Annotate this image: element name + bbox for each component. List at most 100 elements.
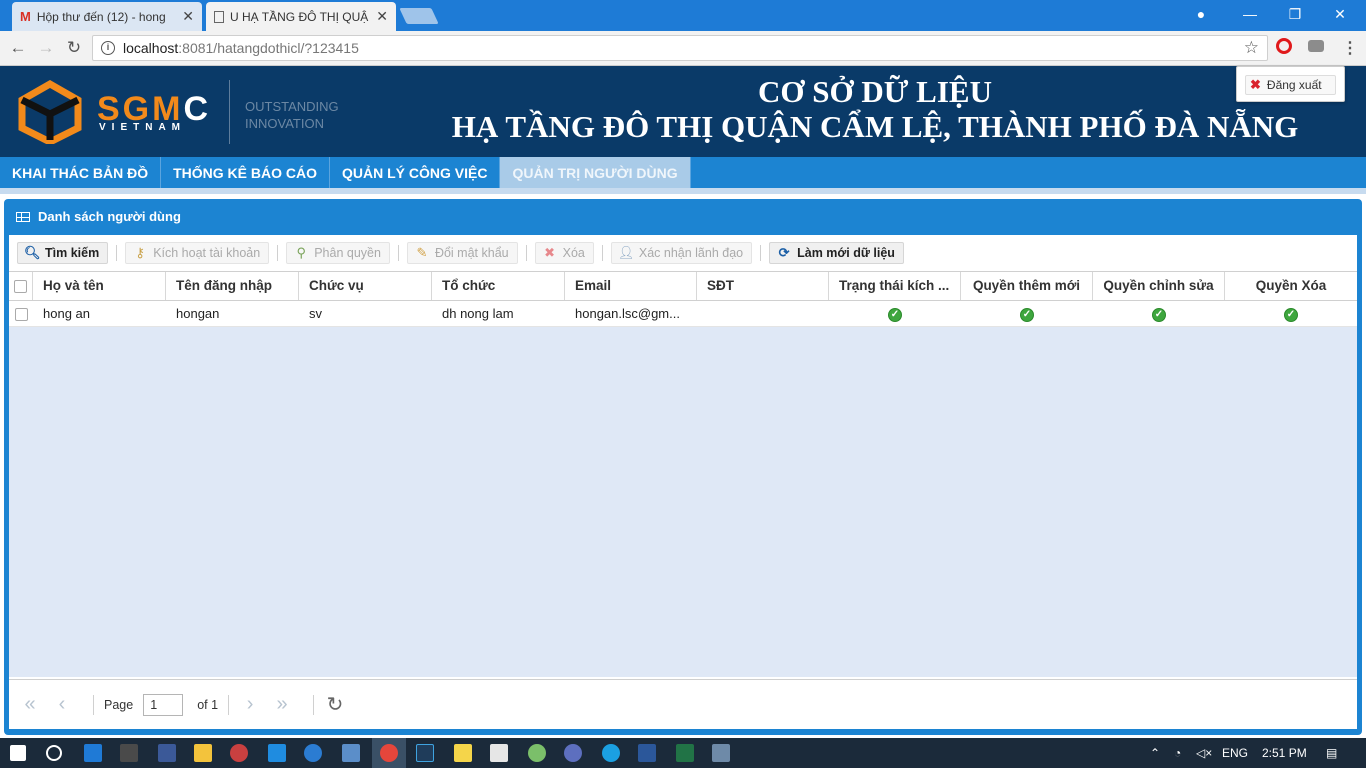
opera-icon[interactable] <box>1276 38 1292 54</box>
col-username[interactable]: Tên đăng nhập <box>166 272 299 300</box>
app-icon[interactable] <box>342 744 360 762</box>
chrome-icon[interactable] <box>380 744 398 762</box>
excel-icon[interactable] <box>676 744 694 762</box>
cell-activation-status: ✓ <box>829 301 961 327</box>
menu-icon[interactable]: ⋮ <box>1342 38 1358 58</box>
show-hidden-icons[interactable]: ⌃ <box>1150 746 1160 760</box>
menu-reports[interactable]: THỐNG KÊ BÁO CÁO <box>161 157 330 188</box>
page-label: Page <box>104 697 134 712</box>
col-phone[interactable]: SĐT <box>697 272 829 300</box>
assign-role-button[interactable]: ⚲ Phân quyền <box>286 242 390 264</box>
menu-user-admin[interactable]: QUẢN TRỊ NGƯỜI DÙNG <box>500 157 691 188</box>
clock[interactable]: 2:51 PM <box>1262 746 1307 760</box>
url-host: localhost <box>123 40 179 56</box>
table-row[interactable]: hong an hongan sv dh nong lam hongan.lsc… <box>9 301 1357 327</box>
grid: 🔍︎ Tìm kiếm ⚷ Kích hoạt tài khoản ⚲ Phân… <box>9 235 1357 729</box>
next-page-icon[interactable]: › <box>239 693 261 716</box>
toolbar-separator <box>525 245 527 261</box>
mail-icon[interactable] <box>490 744 508 762</box>
tab-hatang[interactable]: U HẠ TẦNG ĐÔ THỊ QUẬ ✕ <box>206 2 396 31</box>
grid-header: Họ và tên Tên đăng nhập Chức vụ Tổ chức … <box>9 271 1357 301</box>
app-icon[interactable] <box>230 744 248 762</box>
cell-position: sv <box>309 306 322 321</box>
toolbar-separator <box>760 245 762 261</box>
store-icon[interactable] <box>120 744 138 762</box>
logo-subtext: VIETNAM <box>99 122 186 133</box>
cell-add-permission: ✓ <box>961 301 1093 327</box>
activate-account-button[interactable]: ⚷ Kích hoạt tài khoản <box>125 242 270 264</box>
select-all-checkbox[interactable] <box>14 279 27 293</box>
col-organization[interactable]: Tổ chức <box>432 272 565 300</box>
profile-icon[interactable]: ● <box>1183 4 1219 24</box>
photoshop-icon[interactable] <box>416 744 434 762</box>
check-icon: ✓ <box>1284 307 1298 322</box>
edge-icon[interactable] <box>84 744 102 762</box>
reload-button[interactable]: ↻ <box>64 38 84 58</box>
toolbar-separator <box>601 245 603 261</box>
cell-phone <box>697 301 829 327</box>
app-icon[interactable] <box>304 744 322 762</box>
tab-title: U HẠ TẦNG ĐÔ THỊ QUẬ <box>230 9 369 24</box>
new-tab-button[interactable] <box>399 8 439 24</box>
app-icon[interactable] <box>712 744 730 762</box>
folder-icon[interactable] <box>194 744 212 762</box>
first-page-icon[interactable]: « <box>19 693 41 716</box>
language-indicator[interactable]: ENG <box>1222 746 1248 760</box>
col-delete-permission[interactable]: Quyền Xóa <box>1225 272 1357 300</box>
page-number-input[interactable]: 1 <box>143 693 184 716</box>
menu-map[interactable]: KHAI THÁC BẢN ĐỒ <box>0 157 162 188</box>
refresh-data-button[interactable]: ⟳ Làm mới dữ liệu <box>769 242 904 264</box>
app-icon[interactable] <box>528 744 546 762</box>
pencil-icon: ✎ <box>416 245 428 260</box>
search-button[interactable]: 🔍︎ Tìm kiếm <box>17 242 109 264</box>
tab-gmail[interactable]: M Hộp thư đến (12) - hong ✕ <box>12 2 202 31</box>
forward-button[interactable]: → <box>36 38 56 58</box>
browser-toolbar: ← → ↻ i localhost:8081/hatangdothicl/?12… <box>0 31 1366 66</box>
delete-button[interactable]: ✖ Xóa <box>534 242 594 264</box>
star-icon[interactable]: ☆ <box>1244 38 1259 58</box>
app-icon[interactable] <box>564 744 582 762</box>
change-password-button[interactable]: ✎ Đổi mật khẩu <box>406 242 518 264</box>
col-activation-status[interactable]: Trạng thái kích ... <box>829 272 961 300</box>
menu-tasks[interactable]: QUẢN LÝ CÔNG VIỆC <box>330 157 501 188</box>
info-icon[interactable]: i <box>101 41 115 55</box>
logout-button[interactable]: ✖ Đăng xuất <box>1245 75 1336 95</box>
col-add-permission[interactable]: Quyền thêm mới <box>961 272 1093 300</box>
prev-page-icon[interactable]: ‹ <box>51 693 73 716</box>
col-position[interactable]: Chức vụ <box>299 272 432 300</box>
facebook-icon[interactable] <box>158 744 176 762</box>
volume-icon[interactable]: ◁× <box>1196 746 1212 760</box>
close-icon[interactable]: ✕ <box>376 8 388 25</box>
refresh-icon[interactable]: ↻ <box>324 692 346 717</box>
logo-cube-icon <box>18 80 82 144</box>
close-icon[interactable]: ✕ <box>182 8 194 25</box>
last-page-icon[interactable]: » <box>271 693 293 716</box>
confirm-leader-button[interactable]: 👤︎ Xác nhận lãnh đạo <box>610 242 753 264</box>
restore-button[interactable]: ❐ <box>1277 4 1313 24</box>
col-email[interactable]: Email <box>565 272 697 300</box>
check-icon: ✓ <box>1020 307 1034 322</box>
word-icon[interactable] <box>638 744 656 762</box>
minimize-button[interactable]: — <box>1232 4 1268 24</box>
windows-start-icon[interactable] <box>10 745 26 761</box>
tab-title: Hộp thư đến (12) - hong <box>36 9 166 24</box>
calculator-icon[interactable] <box>268 744 286 762</box>
hierarchy-icon: ⚲ <box>296 245 306 260</box>
pager-separator <box>313 694 315 715</box>
extension-icon[interactable] <box>1308 40 1324 52</box>
cortana-icon[interactable] <box>46 745 62 761</box>
back-button[interactable]: ← <box>8 38 28 58</box>
row-select-cell <box>9 301 33 327</box>
notifications-icon[interactable]: ▤ <box>1326 746 1337 760</box>
col-edit-permission[interactable]: Quyền chỉnh sửa <box>1093 272 1225 300</box>
panel-title: Danh sách người dùng <box>38 209 181 224</box>
wifi-icon[interactable]: ◔ <box>1174 746 1181 760</box>
skype-icon[interactable] <box>602 744 620 762</box>
pagination-bar: « ‹ Page 1 of 1 › » ↻ <box>9 679 1357 729</box>
banner-title-line2: HẠ TẦNG ĐÔ THỊ QUẬN CẨM LỆ, THÀNH PHỐ ĐÀ… <box>451 109 1299 144</box>
col-fullname[interactable]: Họ và tên <box>33 272 166 300</box>
address-bar[interactable]: i localhost:8081/hatangdothicl/?123415 ☆ <box>92 35 1268 61</box>
row-checkbox[interactable] <box>14 308 28 322</box>
sticky-notes-icon[interactable] <box>454 744 472 762</box>
close-window-button[interactable]: ✕ <box>1322 4 1358 24</box>
